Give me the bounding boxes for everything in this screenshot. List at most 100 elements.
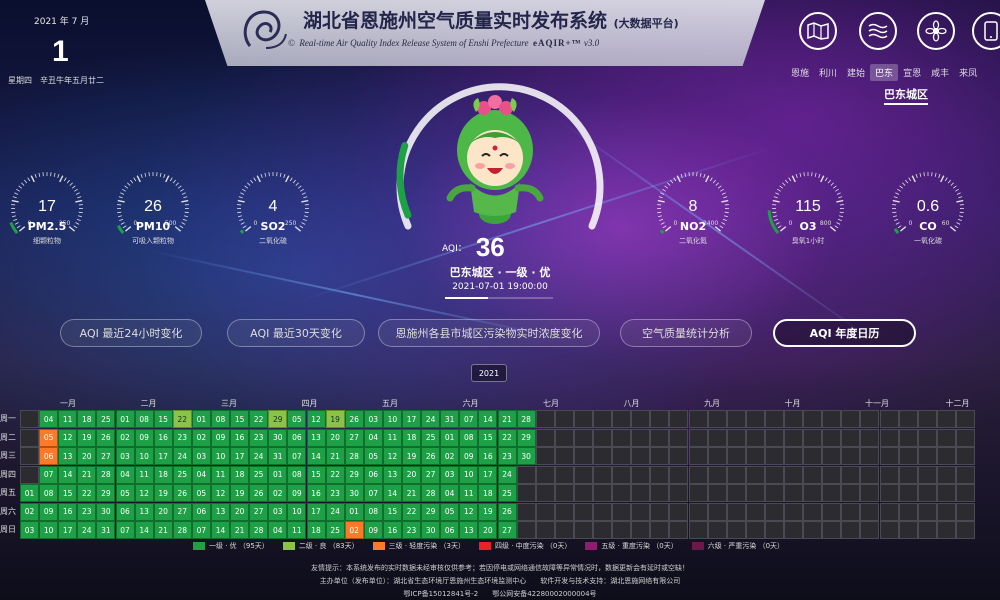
calendar-day[interactable]: 23 [325, 484, 345, 502]
calendar-day[interactable]: 04 [39, 410, 59, 428]
calendar-day[interactable]: 15 [478, 428, 498, 447]
calendar-day[interactable]: 17 [402, 410, 421, 428]
calendar-day[interactable]: 17 [153, 447, 173, 465]
calendar-day[interactable]: 27 [344, 428, 364, 447]
calendar-day[interactable]: 29 [344, 465, 364, 484]
calendar-day[interactable]: 16 [478, 447, 498, 465]
calendar-day[interactable]: 02 [20, 502, 39, 521]
calendar-day[interactable]: 25 [96, 410, 116, 428]
calendar-day[interactable]: 24 [497, 465, 517, 484]
year-selector[interactable]: 2021 [471, 364, 507, 382]
calendar-day[interactable]: 18 [153, 465, 173, 484]
calendar-day[interactable]: 09 [459, 447, 479, 465]
calendar-day[interactable]: 24 [77, 521, 97, 539]
calendar-day[interactable]: 05 [363, 447, 383, 465]
calendar-day[interactable]: 20 [153, 502, 173, 521]
calendar-day[interactable]: 04 [191, 465, 211, 484]
calendar-day[interactable]: 12 [382, 447, 402, 465]
calendar-day[interactable]: 11 [211, 465, 230, 484]
calendar-day[interactable]: 08 [363, 502, 383, 521]
calendar-day[interactable]: 03 [20, 521, 39, 539]
tab-4[interactable]: AQI 年度日历 [773, 319, 916, 347]
calendar-day[interactable]: 10 [39, 521, 59, 539]
calendar-day[interactable]: 29 [96, 484, 116, 502]
calendar-day[interactable]: 19 [230, 484, 250, 502]
calendar-day[interactable]: 28 [344, 447, 364, 465]
calendar-day[interactable]: 26 [96, 428, 116, 447]
calendar-day[interactable]: 26 [497, 502, 517, 521]
nav-item-5[interactable]: 咸丰 [926, 64, 954, 81]
calendar-day[interactable]: 21 [497, 410, 517, 428]
calendar-day[interactable]: 12 [134, 484, 154, 502]
calendar-day[interactable]: 22 [497, 428, 517, 447]
calendar-day[interactable]: 10 [459, 465, 479, 484]
calendar-day[interactable]: 16 [382, 521, 402, 539]
calendar-day[interactable]: 01 [268, 465, 288, 484]
calendar-day[interactable]: 04 [268, 521, 288, 539]
calendar-day[interactable]: 31 [440, 410, 460, 428]
calendar-day[interactable]: 22 [402, 502, 421, 521]
calendar-day[interactable]: 19 [478, 502, 498, 521]
calendar-day[interactable]: 01 [115, 410, 135, 428]
calendar-day[interactable]: 26 [249, 484, 269, 502]
calendar-day[interactable]: 08 [39, 484, 59, 502]
calendar-day[interactable]: 06 [440, 521, 460, 539]
calendar-day[interactable]: 01 [191, 410, 211, 428]
nav-item-4[interactable]: 宣恩 [898, 64, 926, 81]
calendar-day[interactable]: 01 [20, 484, 39, 502]
calendar-day[interactable]: 09 [211, 428, 230, 447]
calendar-day[interactable]: 15 [58, 484, 78, 502]
calendar-day[interactable]: 06 [115, 502, 135, 521]
calendar-day[interactable]: 03 [440, 465, 460, 484]
calendar-day[interactable]: 05 [39, 428, 59, 447]
calendar-day[interactable]: 14 [58, 465, 78, 484]
calendar-day[interactable]: 09 [39, 502, 59, 521]
calendar-day[interactable]: 21 [402, 484, 421, 502]
calendar-day[interactable]: 13 [459, 521, 479, 539]
tab-3[interactable]: 空气质量统计分析 [620, 319, 752, 347]
tab-1[interactable]: AQI 最近30天变化 [227, 319, 365, 347]
calendar-day[interactable]: 21 [153, 521, 173, 539]
calendar-day[interactable]: 28 [516, 410, 536, 428]
calendar-day[interactable]: 25 [325, 521, 345, 539]
calendar-day[interactable]: 23 [77, 502, 97, 521]
calendar-day[interactable]: 27 [421, 465, 441, 484]
calendar-day[interactable]: 13 [58, 447, 78, 465]
calendar-day[interactable]: 14 [382, 484, 402, 502]
calendar-day[interactable]: 21 [77, 465, 97, 484]
calendar-day[interactable]: 08 [287, 465, 307, 484]
calendar-day[interactable]: 27 [249, 502, 269, 521]
calendar-day[interactable]: 24 [172, 447, 192, 465]
calendar-day[interactable]: 13 [382, 465, 402, 484]
calendar-day[interactable]: 20 [230, 502, 250, 521]
calendar-day[interactable]: 15 [230, 410, 250, 428]
calendar-day[interactable]: 11 [134, 465, 154, 484]
nav-item-6[interactable]: 来凤 [954, 64, 982, 81]
calendar-day[interactable]: 05 [191, 484, 211, 502]
calendar-day[interactable]: 06 [191, 502, 211, 521]
calendar-day[interactable]: 02 [268, 484, 288, 502]
calendar-day[interactable]: 29 [268, 410, 288, 428]
calendar-day[interactable]: 28 [172, 521, 192, 539]
calendar-day[interactable]: 09 [134, 428, 154, 447]
calendar-day[interactable]: 09 [363, 521, 383, 539]
calendar-day[interactable]: 26 [421, 447, 441, 465]
calendar-day[interactable]: 02 [344, 521, 364, 539]
calendar-day[interactable]: 07 [115, 521, 135, 539]
calendar-day[interactable]: 27 [497, 521, 517, 539]
map-icon[interactable] [799, 12, 837, 50]
calendar-day[interactable]: 11 [459, 484, 479, 502]
calendar-day[interactable]: 04 [363, 428, 383, 447]
calendar-day[interactable]: 18 [230, 465, 250, 484]
calendar-day[interactable]: 30 [344, 484, 364, 502]
calendar-day[interactable]: 05 [440, 502, 460, 521]
calendar-day[interactable]: 01 [440, 428, 460, 447]
calendar-day[interactable]: 18 [478, 484, 498, 502]
calendar-day[interactable]: 12 [58, 428, 78, 447]
calendar-day[interactable]: 23 [249, 428, 269, 447]
calendar-day[interactable]: 16 [230, 428, 250, 447]
tab-0[interactable]: AQI 最近24小时变化 [60, 319, 202, 347]
calendar-day[interactable]: 08 [211, 410, 230, 428]
calendar-day[interactable]: 06 [287, 428, 307, 447]
calendar-day[interactable]: 07 [459, 410, 479, 428]
